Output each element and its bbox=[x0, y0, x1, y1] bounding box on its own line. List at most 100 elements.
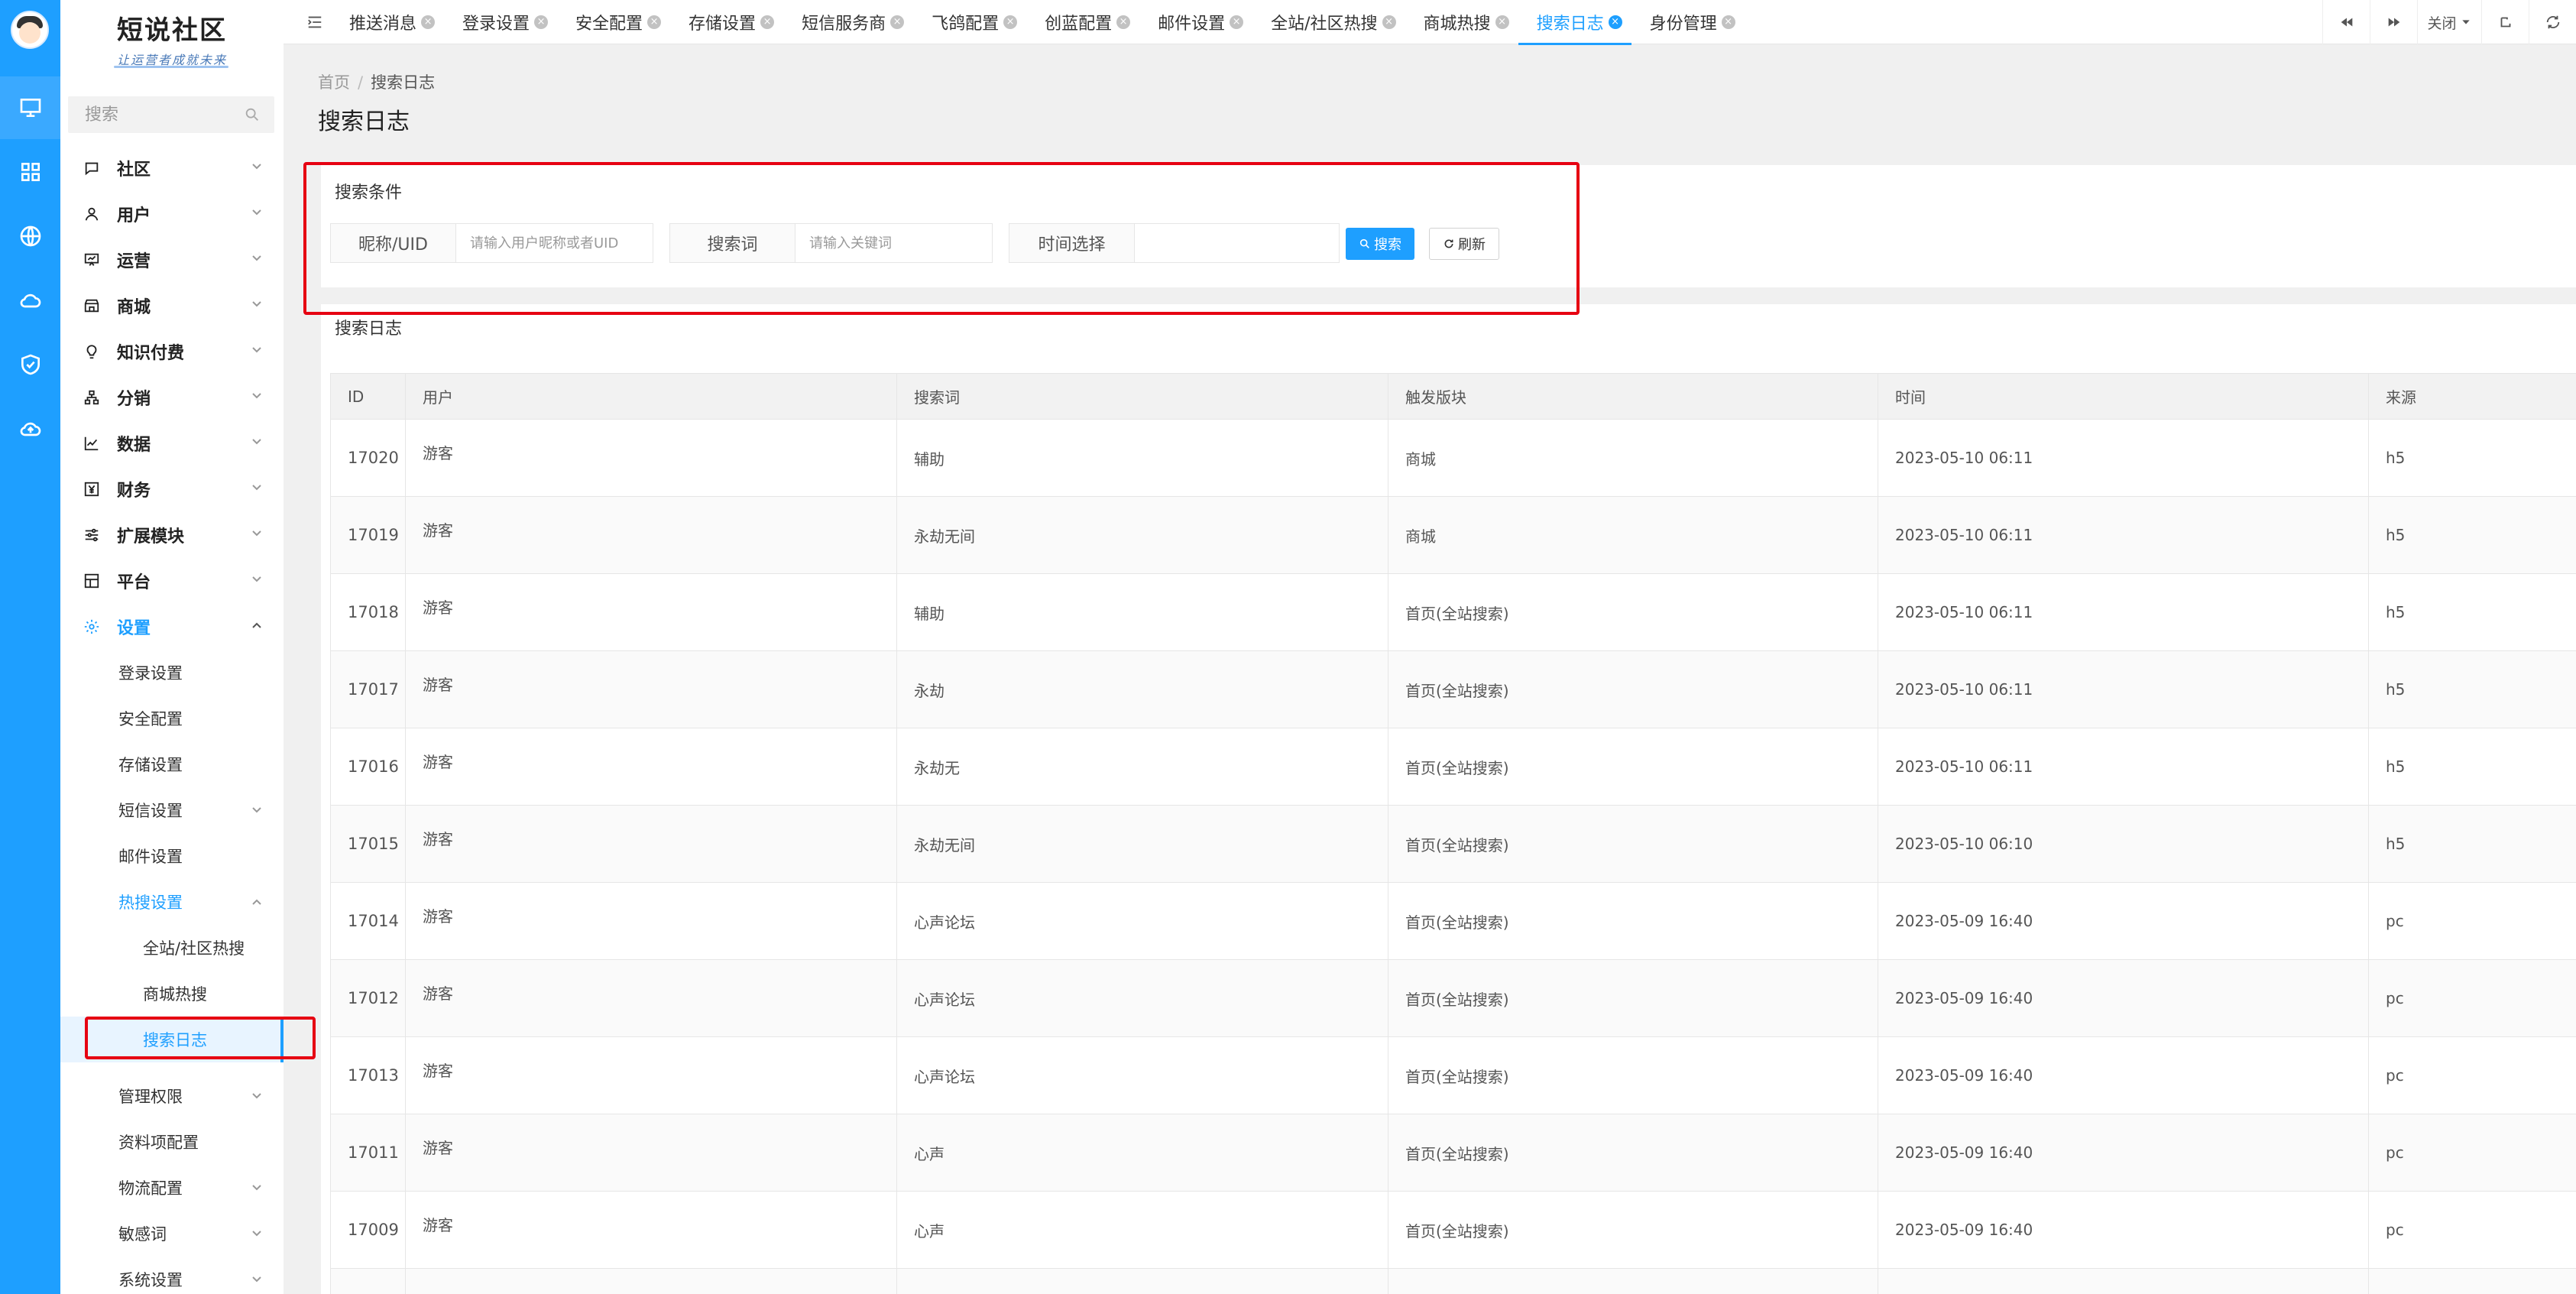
nickname-input[interactable] bbox=[456, 223, 653, 263]
close-icon[interactable]: × bbox=[1721, 15, 1735, 29]
sidebar-sub-sms[interactable]: 短信设置 bbox=[60, 787, 284, 833]
sidebar-item-knowledge[interactable]: 知识付费 bbox=[60, 329, 284, 375]
search-button[interactable]: 搜索 bbox=[1346, 228, 1414, 260]
chevron-down-icon bbox=[252, 301, 261, 307]
search-icon[interactable] bbox=[244, 106, 261, 123]
close-icon[interactable]: × bbox=[1116, 15, 1131, 29]
sidebar-sub-security[interactable]: 安全配置 bbox=[60, 696, 284, 741]
rail-item-security[interactable] bbox=[0, 333, 60, 396]
table-row[interactable]: 17015 游客 永劫无间 首页(全站搜索) 2023-05-10 06:10 … bbox=[330, 805, 2576, 883]
table-row[interactable]: 17016 游客 永劫无 首页(全站搜索) 2023-05-10 06:11 h… bbox=[330, 728, 2576, 806]
table-row[interactable]: 17014 游客 心声论坛 首页(全站搜索) 2023-05-09 16:40 … bbox=[330, 882, 2576, 960]
monitor-icon bbox=[20, 99, 41, 117]
cell-user: 游客 bbox=[405, 573, 897, 651]
sidebar-sub-logistics[interactable]: 物流配置 bbox=[60, 1165, 284, 1211]
close-icon[interactable]: × bbox=[890, 15, 905, 29]
tab-security[interactable]: 安全配置 × bbox=[557, 0, 670, 44]
tab-search-log[interactable]: 搜索日志 × bbox=[1518, 0, 1631, 45]
rail-item-cloud[interactable] bbox=[0, 269, 60, 332]
close-icon[interactable]: × bbox=[647, 15, 662, 29]
refresh-icon bbox=[2546, 15, 2559, 29]
tab-tools: 关闭 bbox=[2322, 0, 2576, 44]
time-range-input[interactable] bbox=[1135, 223, 1340, 263]
sidebar-sub-sensitive[interactable]: 敏感词 bbox=[60, 1211, 284, 1257]
tab-close-menu[interactable]: 关闭 bbox=[2417, 0, 2481, 44]
sidebar-sub-hot-site[interactable]: 全站/社区热搜 bbox=[60, 925, 284, 971]
sidebar-sub-login[interactable]: 登录设置 bbox=[60, 650, 284, 696]
sidebar-item-extensions[interactable]: 扩展模块 bbox=[60, 512, 284, 558]
rail-item-cloud-upload[interactable] bbox=[0, 397, 60, 460]
sidebar-item-settings[interactable]: 设置 bbox=[60, 604, 284, 650]
table-row[interactable]: 17011 游客 心声 首页(全站搜索) 2023-05-09 16:40 pc bbox=[330, 1114, 2576, 1192]
sidebar-sub-storage[interactable]: 存储设置 bbox=[60, 741, 284, 787]
sidebar-item-finance[interactable]: 财务 bbox=[60, 466, 284, 512]
tab-login[interactable]: 登录设置 × bbox=[444, 0, 557, 44]
table-row[interactable]: 17017 游客 永劫 首页(全站搜索) 2023-05-10 06:11 h5 bbox=[330, 650, 2576, 728]
fullscreen-button[interactable] bbox=[2481, 0, 2529, 44]
sidebar-sub-hotsearch[interactable]: 热搜设置 bbox=[60, 879, 284, 925]
close-icon[interactable]: × bbox=[1382, 15, 1396, 29]
rail-item-apps[interactable] bbox=[0, 141, 60, 203]
logo[interactable]: 短说社区 让运营者成就未来 bbox=[60, 0, 284, 75]
cell-module: 首页(全站搜索) bbox=[1388, 1036, 1878, 1114]
cell-keyword: 心声 bbox=[896, 1191, 1388, 1269]
avatar[interactable] bbox=[11, 11, 49, 49]
sidebar-sub-hot-mall[interactable]: 商城热搜 bbox=[60, 971, 284, 1017]
close-icon[interactable]: × bbox=[1608, 15, 1622, 29]
sidebar-search-input[interactable] bbox=[68, 96, 244, 133]
close-icon[interactable]: × bbox=[1495, 15, 1509, 29]
cell-keyword bbox=[896, 1268, 1388, 1294]
sidebar-sub-system[interactable]: 系统设置 bbox=[60, 1257, 284, 1294]
tab-storage[interactable]: 存储设置 × bbox=[670, 0, 783, 44]
sliders-icon bbox=[85, 528, 99, 542]
tab-sms-provider[interactable]: 短信服务商 × bbox=[783, 0, 913, 44]
sidebar-item-platform[interactable]: 平台 bbox=[60, 558, 284, 604]
sidebar-item-user[interactable]: 用户 bbox=[60, 191, 284, 237]
sidebar-sub-search-log[interactable]: 搜索日志 bbox=[60, 1017, 284, 1062]
tab-scroll-right-button[interactable] bbox=[2370, 0, 2417, 44]
close-icon[interactable]: × bbox=[421, 15, 436, 29]
sidebar-search bbox=[68, 96, 274, 133]
table-row[interactable]: 17018 游客 辅助 首页(全站搜索) 2023-05-10 06:11 h5 bbox=[330, 573, 2576, 651]
sidebar-sub-label: 邮件设置 bbox=[118, 848, 183, 866]
tab-hot-mall[interactable]: 商城热搜 × bbox=[1405, 0, 1518, 44]
close-icon[interactable]: × bbox=[1230, 15, 1244, 29]
table-row[interactable]: 17020 游客 辅助 商城 2023-05-10 06:11 h5 bbox=[330, 419, 2576, 497]
sidebar-item-operation[interactable]: 运营 bbox=[60, 237, 284, 283]
table-row[interactable]: 17013 游客 心声论坛 首页(全站搜索) 2023-05-09 16:40 … bbox=[330, 1036, 2576, 1114]
rail-item-web[interactable] bbox=[0, 205, 60, 268]
sidebar-sub-permissions[interactable]: 管理权限 bbox=[60, 1073, 284, 1119]
table-row[interactable]: 1701 游客 bbox=[330, 1268, 2576, 1294]
sidebar-sub-mail[interactable]: 邮件设置 bbox=[60, 833, 284, 879]
sidebar-item-label: 运营 bbox=[117, 252, 151, 271]
breadcrumb-home[interactable]: 首页 bbox=[318, 73, 350, 92]
sidebar-sub-profile-items[interactable]: 资料项配置 bbox=[60, 1119, 284, 1165]
tab-chuanglan[interactable]: 创蓝配置 × bbox=[1026, 0, 1139, 44]
search-card: 搜索条件 昵称/UID 搜索词 时间选择 搜索 刷新 bbox=[321, 165, 2576, 287]
tab-scroll-left-button[interactable] bbox=[2322, 0, 2370, 44]
sidebar-item-community[interactable]: 社区 bbox=[60, 145, 284, 191]
keyword-input[interactable] bbox=[795, 223, 993, 263]
close-icon[interactable]: × bbox=[760, 15, 775, 29]
refresh-button[interactable]: 刷新 bbox=[1429, 228, 1499, 260]
close-icon[interactable]: × bbox=[534, 15, 549, 29]
tab-feige[interactable]: 飞鸽配置 × bbox=[913, 0, 1026, 44]
menu-toggle-icon[interactable] bbox=[306, 14, 323, 31]
sidebar-item-distribution[interactable]: 分销 bbox=[60, 375, 284, 420]
sidebar-item-data[interactable]: 数据 bbox=[60, 420, 284, 466]
table-row[interactable]: 17009 游客 心声 首页(全站搜索) 2023-05-09 16:40 pc bbox=[330, 1191, 2576, 1269]
rail-item-console[interactable] bbox=[0, 76, 60, 139]
hierarchy-icon bbox=[84, 390, 99, 405]
tab-hot-site[interactable]: 全站/社区热搜 × bbox=[1252, 0, 1405, 44]
tab-push[interactable]: 推送消息 × bbox=[331, 0, 444, 44]
cell-keyword: 永劫无间 bbox=[896, 496, 1388, 574]
sidebar-item-mall[interactable]: 商城 bbox=[60, 283, 284, 329]
tab-mail[interactable]: 邮件设置 × bbox=[1139, 0, 1252, 44]
cell-source: h5 bbox=[2368, 496, 2576, 574]
table-row[interactable]: 17019 游客 永劫无间 商城 2023-05-10 06:11 h5 bbox=[330, 496, 2576, 574]
tab-identity[interactable]: 身份管理 × bbox=[1631, 0, 1745, 44]
close-icon[interactable]: × bbox=[1003, 15, 1018, 29]
reload-button[interactable] bbox=[2529, 0, 2576, 44]
table-row[interactable]: 17012 游客 心声论坛 首页(全站搜索) 2023-05-09 16:40 … bbox=[330, 959, 2576, 1037]
line-chart-icon bbox=[84, 436, 99, 451]
